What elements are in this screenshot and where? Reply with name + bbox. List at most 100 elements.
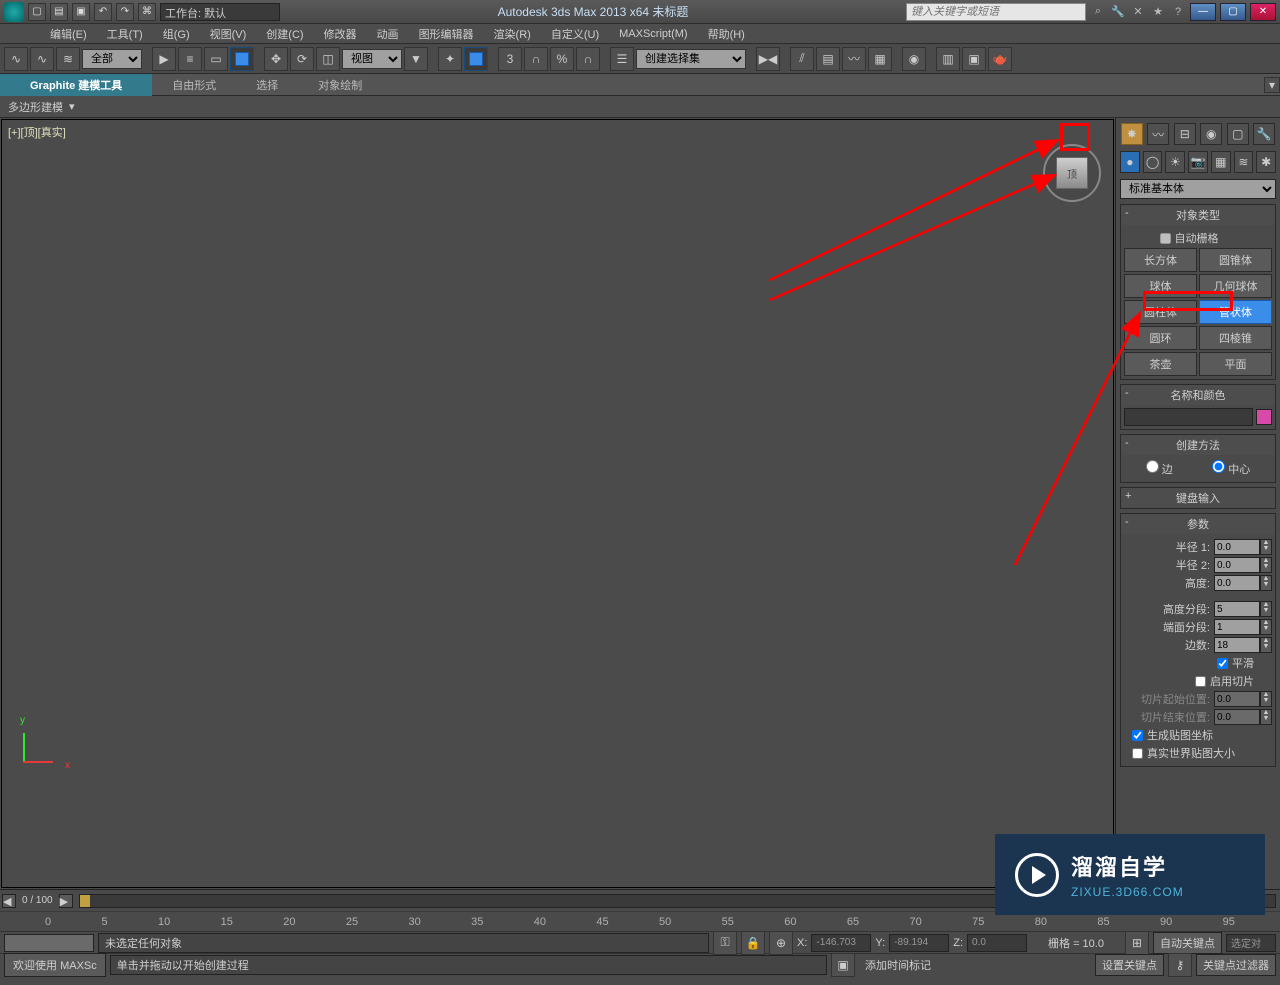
box-button[interactable]: 长方体 [1124,248,1197,272]
menu-create[interactable]: 创建(C) [256,24,313,44]
create-tab-icon[interactable]: ✸ [1121,123,1143,145]
cone-button[interactable]: 圆锥体 [1199,248,1272,272]
spinner-icon[interactable]: ▲▼ [1260,575,1272,591]
menu-group[interactable]: 组(G) [153,24,200,44]
angle-snap-icon[interactable]: ∩ [524,47,548,71]
help-icon[interactable]: ? [1170,4,1186,20]
rollout-header-name[interactable]: -名称和颜色 [1121,385,1275,405]
menu-tools[interactable]: 工具(T) [97,24,153,44]
unlink-icon[interactable]: ∿ [30,47,54,71]
edge-radio[interactable]: 边 [1146,460,1173,477]
set-key-button[interactable]: 设置关键点 [1095,954,1164,976]
minimize-button[interactable]: — [1190,3,1216,21]
radius1-input[interactable] [1214,539,1260,555]
menu-help[interactable]: 帮助(H) [698,24,755,44]
height-input[interactable] [1214,575,1260,591]
select-icon[interactable]: ▶ [152,47,176,71]
hierarchy-tab-icon[interactable]: ⊟ [1174,123,1196,145]
slice-checkbox[interactable] [1195,676,1206,687]
spinner-icon[interactable]: ▲▼ [1260,619,1272,635]
app-icon[interactable] [4,2,24,22]
rollout-header-kb[interactable]: +键盘输入 [1121,488,1275,508]
spacewarps-icon[interactable]: ≋ [1234,151,1254,173]
utilities-tab-icon[interactable]: 🔧 [1253,123,1275,145]
material-editor-icon[interactable]: ◉ [902,47,926,71]
helpers-icon[interactable]: ▦ [1211,151,1231,173]
tab-selection[interactable]: 选择 [236,74,298,96]
tab-freeform[interactable]: 自由形式 [152,74,236,96]
close-button[interactable]: ✕ [1250,3,1276,21]
center-radio[interactable]: 中心 [1212,460,1250,477]
add-timetag-label[interactable]: 添加时间标记 [859,957,937,973]
select-rect-icon[interactable]: ▭ [204,47,228,71]
link-icon[interactable]: ∿ [4,47,28,71]
viewport-label[interactable]: [+][顶][真实] [8,124,66,140]
shapes-icon[interactable]: ◯ [1143,151,1163,173]
display-tab-icon[interactable]: ▢ [1227,123,1249,145]
named-sel-edit-icon[interactable]: ☰ [610,47,634,71]
key-filters-button[interactable]: 关键点过滤器 [1196,954,1276,976]
radius2-input[interactable] [1214,557,1260,573]
qat-new-icon[interactable]: ▢ [28,3,46,21]
pyramid-button[interactable]: 四棱锥 [1199,326,1272,350]
auto-key-button[interactable]: 自动关键点 [1153,932,1222,954]
selset-input[interactable] [1226,934,1276,952]
percent-snap-icon[interactable]: % [550,47,574,71]
qat-undo-icon[interactable]: ↶ [94,3,112,21]
scroll-left-icon[interactable]: ◀ [2,894,16,908]
layers-icon[interactable]: ▤ [816,47,840,71]
menu-grapheditor[interactable]: 图形编辑器 [409,24,484,44]
tab-objpaint[interactable]: 对象绘制 [298,74,382,96]
snap-3-icon[interactable]: 3 [498,47,522,71]
plane-button[interactable]: 平面 [1199,352,1272,376]
spinner-snap-icon[interactable]: ∩ [576,47,600,71]
time-slider-thumb[interactable] [80,895,90,907]
y-input[interactable] [889,934,949,952]
rotate-icon[interactable]: ⟳ [290,47,314,71]
window-crossing-icon[interactable] [230,47,254,71]
schematic-icon[interactable]: ▦ [868,47,892,71]
object-color-swatch[interactable] [1256,409,1272,425]
viewport[interactable]: [+][顶][真实] 顶 y x [1,119,1114,888]
capseg-input[interactable] [1214,619,1260,635]
geosphere-button[interactable]: 几何球体 [1199,274,1272,298]
spinner-icon[interactable]: ▲▼ [1260,557,1272,573]
menu-views[interactable]: 视图(V) [200,24,257,44]
curve-editor-icon[interactable]: 〰 [842,47,866,71]
star-icon[interactable]: ★ [1150,4,1166,20]
modify-tab-icon[interactable]: 〰 [1147,123,1169,145]
render-prod-icon[interactable]: 🫖 [988,47,1012,71]
smooth-checkbox[interactable] [1217,658,1228,669]
genuv-checkbox[interactable] [1132,730,1143,741]
keyboard-shortcut-icon[interactable] [464,47,488,71]
menu-rendering[interactable]: 渲染(R) [484,24,541,44]
systems-icon[interactable]: ✱ [1256,151,1276,173]
maximize-button[interactable]: ▢ [1220,3,1246,21]
viewcube-face[interactable]: 顶 [1056,157,1088,189]
cameras-icon[interactable]: 📷 [1188,151,1208,173]
menu-edit[interactable]: 编辑(E) [40,24,97,44]
x-input[interactable] [811,934,871,952]
tab-graphite[interactable]: Graphite 建模工具 [0,74,152,96]
selection-filter-dropdown[interactable]: 全部 [82,49,142,69]
welcome-tab[interactable]: 欢迎使用 MAXSc [4,953,106,977]
wrench-icon[interactable]: 🔧 [1110,4,1126,20]
pivot-icon[interactable]: ▼ [404,47,428,71]
spinner-icon[interactable]: ▲▼ [1260,601,1272,617]
teapot-button[interactable]: 茶壶 [1124,352,1197,376]
scroll-right-icon[interactable]: ▶ [59,894,73,908]
named-selection-dropdown[interactable]: 创建选择集 [636,49,746,69]
move-icon[interactable]: ✥ [264,47,288,71]
mirror-icon[interactable]: ▶◀ [756,47,780,71]
coord-mode-icon[interactable]: ⊕ [769,931,793,955]
render-setup-icon[interactable]: ▥ [936,47,960,71]
timetag-icon[interactable]: ▣ [831,953,855,977]
exchange-icon[interactable]: ✕ [1130,4,1146,20]
qat-open-icon[interactable]: ▤ [50,3,68,21]
torus-button[interactable]: 圆环 [1124,326,1197,350]
menu-maxscript[interactable]: MAXScript(M) [609,26,697,42]
rollout-header-params[interactable]: -参数 [1121,514,1275,534]
render-frame-icon[interactable]: ▣ [962,47,986,71]
cylinder-button[interactable]: 圆柱体 [1124,300,1197,324]
manip-icon[interactable]: ✦ [438,47,462,71]
